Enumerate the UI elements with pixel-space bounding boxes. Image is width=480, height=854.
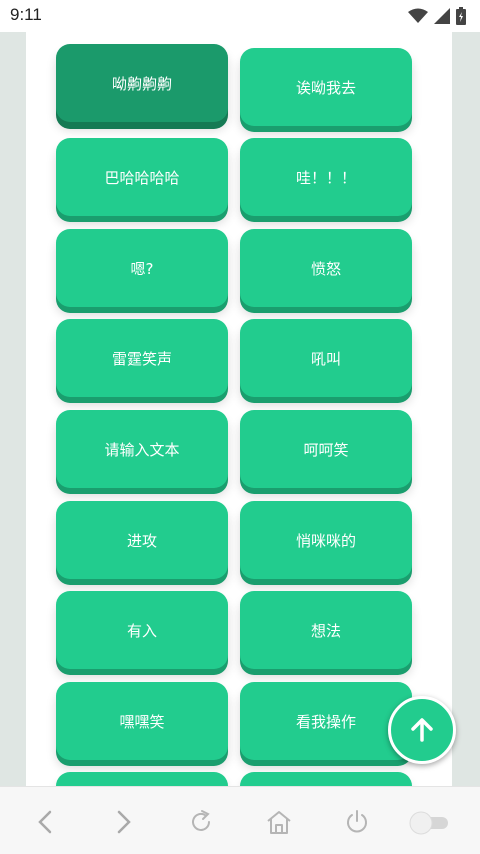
home-button[interactable]	[262, 805, 296, 839]
sound-button[interactable]: 巴哈哈哈哈	[56, 138, 228, 216]
sound-button[interactable]: 呦齁齁齁	[56, 44, 228, 122]
power-icon	[347, 810, 367, 833]
sound-button[interactable]: 看我操作	[240, 682, 412, 760]
sound-button[interactable]: 吼叫	[240, 319, 412, 397]
battery-icon	[456, 7, 466, 25]
bottom-nav-bar	[0, 786, 480, 854]
sound-button[interactable]: 悄咪咪的	[240, 501, 412, 579]
sound-button[interactable]: 嘿嘿笑	[56, 682, 228, 760]
back-button[interactable]	[29, 805, 63, 839]
right-margin	[452, 32, 480, 786]
sound-button[interactable]: 诶呦我去	[240, 48, 412, 126]
forward-button[interactable]	[106, 805, 140, 839]
wifi-icon	[408, 8, 428, 23]
status-bar: 9:11	[0, 0, 480, 32]
status-time: 9:11	[10, 5, 42, 24]
power-button[interactable]	[340, 805, 374, 839]
left-margin	[0, 32, 26, 786]
back-icon	[38, 810, 52, 834]
signal-icon	[434, 8, 450, 24]
forward-icon	[117, 810, 131, 834]
sound-button[interactable]: 请输入文本	[56, 410, 228, 488]
toggle-switch	[409, 811, 448, 835]
sound-button[interactable]: 愤怒	[240, 229, 412, 307]
night-mode-toggle[interactable]	[408, 805, 452, 839]
home-icon	[267, 811, 291, 834]
sound-button[interactable]: 有入	[56, 591, 228, 669]
sound-button[interactable]: 哇！！！	[240, 138, 412, 216]
sound-button[interactable]: 想法	[240, 591, 412, 669]
sound-button[interactable]: 进攻	[56, 501, 228, 579]
sound-button[interactable]: 雷霆笑声	[56, 319, 228, 397]
sound-button[interactable]: 嗯?	[56, 229, 228, 307]
sound-button[interactable]: 呵呵笑	[240, 410, 412, 488]
arrow-up-icon	[411, 718, 433, 742]
sound-button-panel[interactable]: 呦齁齁齁 诶呦我去 巴哈哈哈哈 哇！！！ 嗯? 愤怒 雷霆笑声 吼叫 请输入文本…	[26, 32, 452, 786]
sound-button-partial[interactable]	[240, 772, 412, 786]
status-icons	[408, 7, 466, 25]
refresh-icon	[192, 810, 210, 831]
sound-button-partial[interactable]	[56, 772, 228, 786]
scroll-top-button[interactable]	[388, 696, 456, 764]
refresh-button[interactable]	[184, 805, 218, 839]
